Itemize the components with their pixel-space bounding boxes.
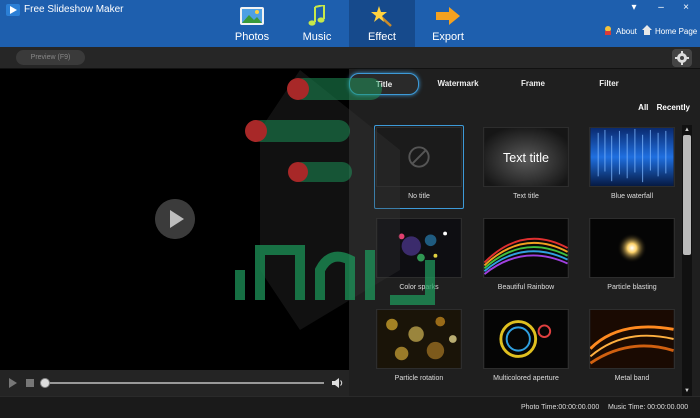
text-title-thumbnail: Text title	[483, 127, 569, 187]
blue-waterfall-thumbnail	[589, 127, 675, 187]
tab-export-label: Export	[432, 31, 464, 43]
photos-icon	[240, 7, 264, 25]
effect-item-beautiful-rainbow[interactable]: Beautiful Rainbow	[483, 218, 569, 298]
preview-toolbar: Preview (F9)	[0, 47, 700, 69]
tab-title[interactable]: Title	[349, 73, 419, 95]
filter-recently-link[interactable]: Recently	[657, 103, 690, 112]
music-time-readout: Music Time: 00:00:00.000	[608, 404, 689, 411]
about-link[interactable]: About	[616, 27, 637, 36]
effect-item-text-title[interactable]: Text title Text title	[483, 127, 569, 207]
tab-photos-label: Photos	[234, 31, 270, 43]
photo-time-readout: Photo Time:00:00:00.000	[521, 404, 600, 411]
effect-filter-links: All Recently	[632, 103, 690, 112]
about-icon	[605, 26, 611, 35]
preview-button[interactable]: Preview (F9)	[16, 50, 85, 65]
settings-gear-icon[interactable]	[672, 49, 692, 67]
status-bar: Photo Time:00:00:00.000 Music Time: 00:0…	[0, 396, 700, 418]
stop-icon[interactable]	[26, 379, 34, 387]
app-window: Free Slideshow Maker Photos Music Effect…	[0, 0, 700, 418]
effect-item-label: Particle rotation	[394, 375, 444, 382]
tab-watermark[interactable]: Watermark	[423, 73, 493, 95]
particle-blasting-thumbnail	[589, 218, 675, 278]
video-preview[interactable]	[0, 69, 349, 370]
multicolored-aperture-thumbnail	[483, 309, 569, 369]
text-title-sample: Text title	[503, 151, 549, 165]
tab-effect-label: Effect	[368, 31, 396, 43]
close-button[interactable]: ×	[680, 2, 692, 13]
effect-item-label: Particle blasting	[607, 284, 657, 291]
play-icon[interactable]	[9, 378, 17, 388]
tab-filter[interactable]: Filter	[574, 73, 644, 95]
effect-item-color-sparks[interactable]: Color sparks	[376, 218, 462, 298]
effect-item-label: Beautiful Rainbow	[497, 284, 555, 291]
effect-item-label: Color sparks	[399, 284, 439, 291]
home-icon	[642, 25, 652, 35]
main-toolbar: Free Slideshow Maker Photos Music Effect…	[0, 0, 700, 47]
play-overlay-icon[interactable]	[155, 199, 195, 239]
effect-item-multicolored-aperture[interactable]: Multicolored aperture	[483, 309, 569, 389]
player-controls	[0, 370, 349, 396]
effect-item-label: Multicolored aperture	[493, 375, 559, 382]
filter-all-link[interactable]: All	[638, 103, 648, 112]
effect-item-blue-waterfall[interactable]: Blue waterfall	[589, 127, 675, 207]
menu-dropdown-button[interactable]: ▾	[628, 2, 640, 13]
effects-panel: Title Watermark Frame Filter All Recentl…	[349, 69, 700, 396]
particle-rotation-thumbnail	[376, 309, 462, 369]
tab-music-label: Music	[302, 31, 332, 43]
home-page-link[interactable]: Home Page	[655, 27, 697, 36]
progress-slider-handle[interactable]	[40, 378, 50, 388]
app-logo-icon	[6, 4, 20, 16]
effect-item-particle-blasting[interactable]: Particle blasting	[589, 218, 675, 298]
scroll-down-icon[interactable]: ▼	[683, 387, 691, 395]
tab-frame[interactable]: Frame	[498, 73, 568, 95]
color-sparks-thumbnail	[376, 218, 462, 278]
tab-photos[interactable]: Photos	[219, 0, 285, 47]
tab-effect[interactable]: Effect	[349, 0, 415, 47]
effect-item-no-title[interactable]: No title	[374, 125, 464, 209]
beautiful-rainbow-thumbnail	[483, 218, 569, 278]
effect-item-metal-band[interactable]: Metal band	[589, 309, 675, 389]
export-icon	[436, 7, 460, 25]
effect-item-label: Blue waterfall	[610, 193, 654, 200]
scrollbar-thumb[interactable]	[683, 135, 691, 255]
app-title: Free Slideshow Maker	[24, 4, 124, 15]
effects-scrollbar[interactable]: ▲ ▼	[682, 125, 692, 396]
tab-export[interactable]: Export	[415, 0, 481, 47]
volume-icon[interactable]	[332, 377, 344, 389]
effect-item-label: No title	[408, 193, 430, 200]
effect-item-label: Metal band	[614, 375, 650, 382]
progress-slider[interactable]	[44, 382, 324, 384]
effects-grid: No title Text title Text title Blue wate…	[349, 125, 682, 390]
minimize-button[interactable]: –	[655, 2, 667, 13]
tab-music[interactable]: Music	[284, 0, 350, 47]
metal-band-thumbnail	[589, 309, 675, 369]
scroll-up-icon[interactable]: ▲	[683, 126, 691, 134]
effect-icon	[371, 6, 392, 27]
music-icon	[308, 5, 325, 26]
effect-item-particle-rotation[interactable]: Particle rotation	[376, 309, 462, 389]
no-title-thumbnail	[376, 127, 462, 187]
effect-item-label: Text title	[513, 193, 539, 200]
